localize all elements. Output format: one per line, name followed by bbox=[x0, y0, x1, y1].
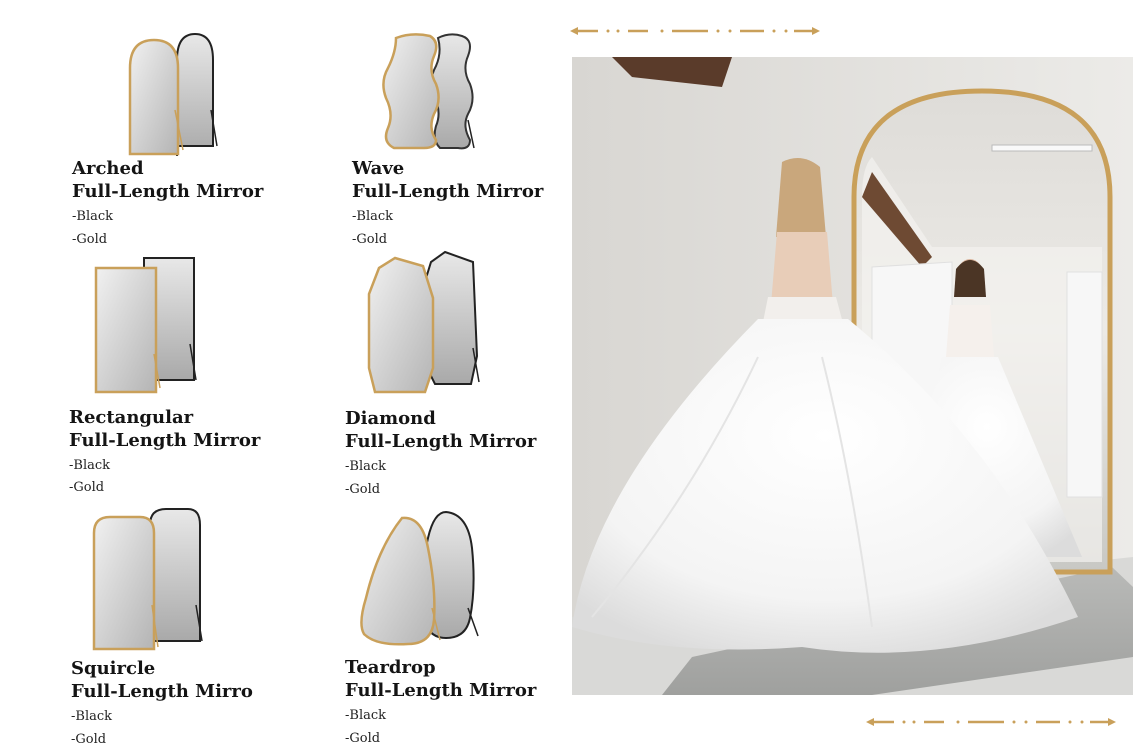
product-name: Teardrop bbox=[345, 657, 436, 678]
product-name: Squircle bbox=[71, 658, 156, 679]
product-name: Diamond bbox=[345, 408, 436, 429]
option-gold: -Gold bbox=[345, 482, 381, 497]
product-subtitle: Full-Length Mirro bbox=[71, 681, 253, 702]
option-gold: -Gold bbox=[345, 731, 381, 746]
option-black: -Black bbox=[71, 709, 113, 724]
squircle-mirror-icon bbox=[92, 508, 203, 651]
option-black: -Black bbox=[345, 708, 387, 723]
wave-mirror-icon bbox=[382, 33, 475, 150]
product-subtitle: Full-Length Mirror bbox=[345, 680, 537, 701]
teardrop-mirror-icon bbox=[360, 510, 479, 646]
product-subtitle: Full-Length Mirror bbox=[72, 181, 264, 202]
diamond-mirror-icon bbox=[367, 250, 480, 394]
product-name: Rectangular bbox=[69, 407, 194, 428]
option-black: -Black bbox=[72, 209, 114, 224]
option-gold: -Gold bbox=[69, 480, 105, 495]
option-gold: -Gold bbox=[72, 232, 108, 247]
product-subtitle: Full-Length Mirror bbox=[69, 430, 261, 451]
option-gold: -Gold bbox=[71, 732, 107, 747]
product-subtitle: Full-Length Mirror bbox=[352, 181, 544, 202]
option-black: -Black bbox=[69, 458, 111, 473]
bottom-divider-ornament bbox=[866, 718, 1116, 726]
product-name: Arched bbox=[72, 158, 144, 179]
product-subtitle: Full-Length Mirror bbox=[345, 431, 537, 452]
top-divider-ornament bbox=[570, 27, 820, 35]
arched-mirror-icon bbox=[128, 32, 218, 156]
product-name: Wave bbox=[352, 158, 405, 179]
rectangular-mirror-icon bbox=[94, 257, 197, 394]
option-black: -Black bbox=[345, 459, 387, 474]
option-black: -Black bbox=[352, 209, 394, 224]
bride-mirror-photo bbox=[572, 57, 1133, 695]
